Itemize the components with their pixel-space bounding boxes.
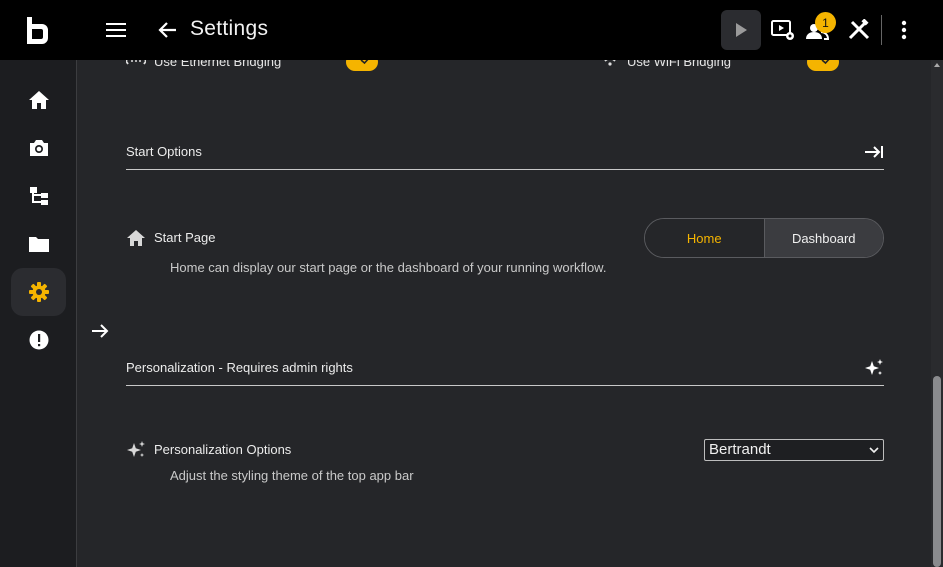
start-page-description: Home can display our start page or the d…: [170, 260, 607, 275]
check-icon: [360, 60, 369, 65]
play-button[interactable]: [721, 10, 761, 50]
play-icon: [736, 23, 747, 37]
hierarchy-icon: [29, 187, 48, 205]
ethernet-bridging-toggle[interactable]: [346, 60, 378, 71]
home-icon: [127, 230, 145, 246]
app-logo: [27, 17, 48, 44]
camera-icon: [29, 140, 48, 156]
sidebar-item-camera[interactable]: [11, 124, 66, 172]
wifi-bridging-toggle[interactable]: [807, 60, 839, 71]
check-icon: [821, 60, 830, 65]
personalization-title: Personalization - Requires admin rights: [126, 360, 353, 375]
page-title: Settings: [190, 17, 269, 40]
tools-icon[interactable]: [847, 19, 871, 41]
sidebar-item-workflow[interactable]: [11, 172, 66, 220]
sidebar-item-files[interactable]: [11, 220, 66, 268]
sparkles-icon: [127, 441, 145, 457]
alert-icon: [29, 330, 48, 350]
login-arrow-icon[interactable]: [864, 142, 884, 162]
personalization-options-description: Adjust the styling theme of the top app …: [170, 468, 414, 483]
back-arrow-icon[interactable]: [157, 19, 179, 41]
more-vert-icon[interactable]: [897, 19, 911, 41]
scrollbar[interactable]: [931, 60, 943, 567]
toolbar-divider: [881, 15, 882, 45]
arrow-right-icon[interactable]: [90, 321, 110, 341]
start-page-toggle-group: Home Dashboard: [644, 218, 884, 258]
sidebar: [0, 60, 77, 567]
video-settings-icon[interactable]: [771, 19, 795, 41]
scroll-up-icon[interactable]: [934, 63, 940, 67]
sidebar-item-settings[interactable]: [11, 268, 66, 316]
ethernet-bridging-label: Use Ethernet Bridging: [154, 60, 282, 69]
sparkles-icon[interactable]: [864, 358, 884, 378]
gear-icon: [28, 282, 49, 302]
home-icon: [28, 91, 49, 109]
ethernet-icon: [126, 60, 146, 65]
sidebar-item-home[interactable]: [11, 76, 66, 124]
theme-select-value: Bertrandt: [709, 441, 771, 458]
start-page-option-dashboard[interactable]: Dashboard: [763, 219, 883, 257]
top-app-bar: Settings 1: [0, 0, 943, 60]
settings-content: Use Ethernet Bridging Use WiFi Bridging …: [78, 60, 931, 567]
sidebar-item-alerts[interactable]: [11, 316, 66, 364]
wifi-bridging-label: Use WiFi Bridging: [627, 60, 732, 69]
section-divider: [126, 169, 884, 170]
personalization-options-label: Personalization Options: [154, 442, 292, 457]
menu-icon[interactable]: [105, 20, 127, 40]
start-page-option-home[interactable]: Home: [645, 219, 764, 257]
folder-icon: [28, 237, 49, 252]
notification-badge: 1: [815, 12, 836, 33]
wifi-icon: [604, 60, 616, 66]
start-options-title: Start Options: [126, 144, 202, 159]
scrollbar-thumb[interactable]: [933, 376, 941, 567]
chevron-down-icon: [869, 447, 879, 454]
start-page-label: Start Page: [154, 230, 216, 245]
section-divider: [126, 385, 884, 386]
theme-select[interactable]: Bertrandt: [704, 439, 884, 461]
